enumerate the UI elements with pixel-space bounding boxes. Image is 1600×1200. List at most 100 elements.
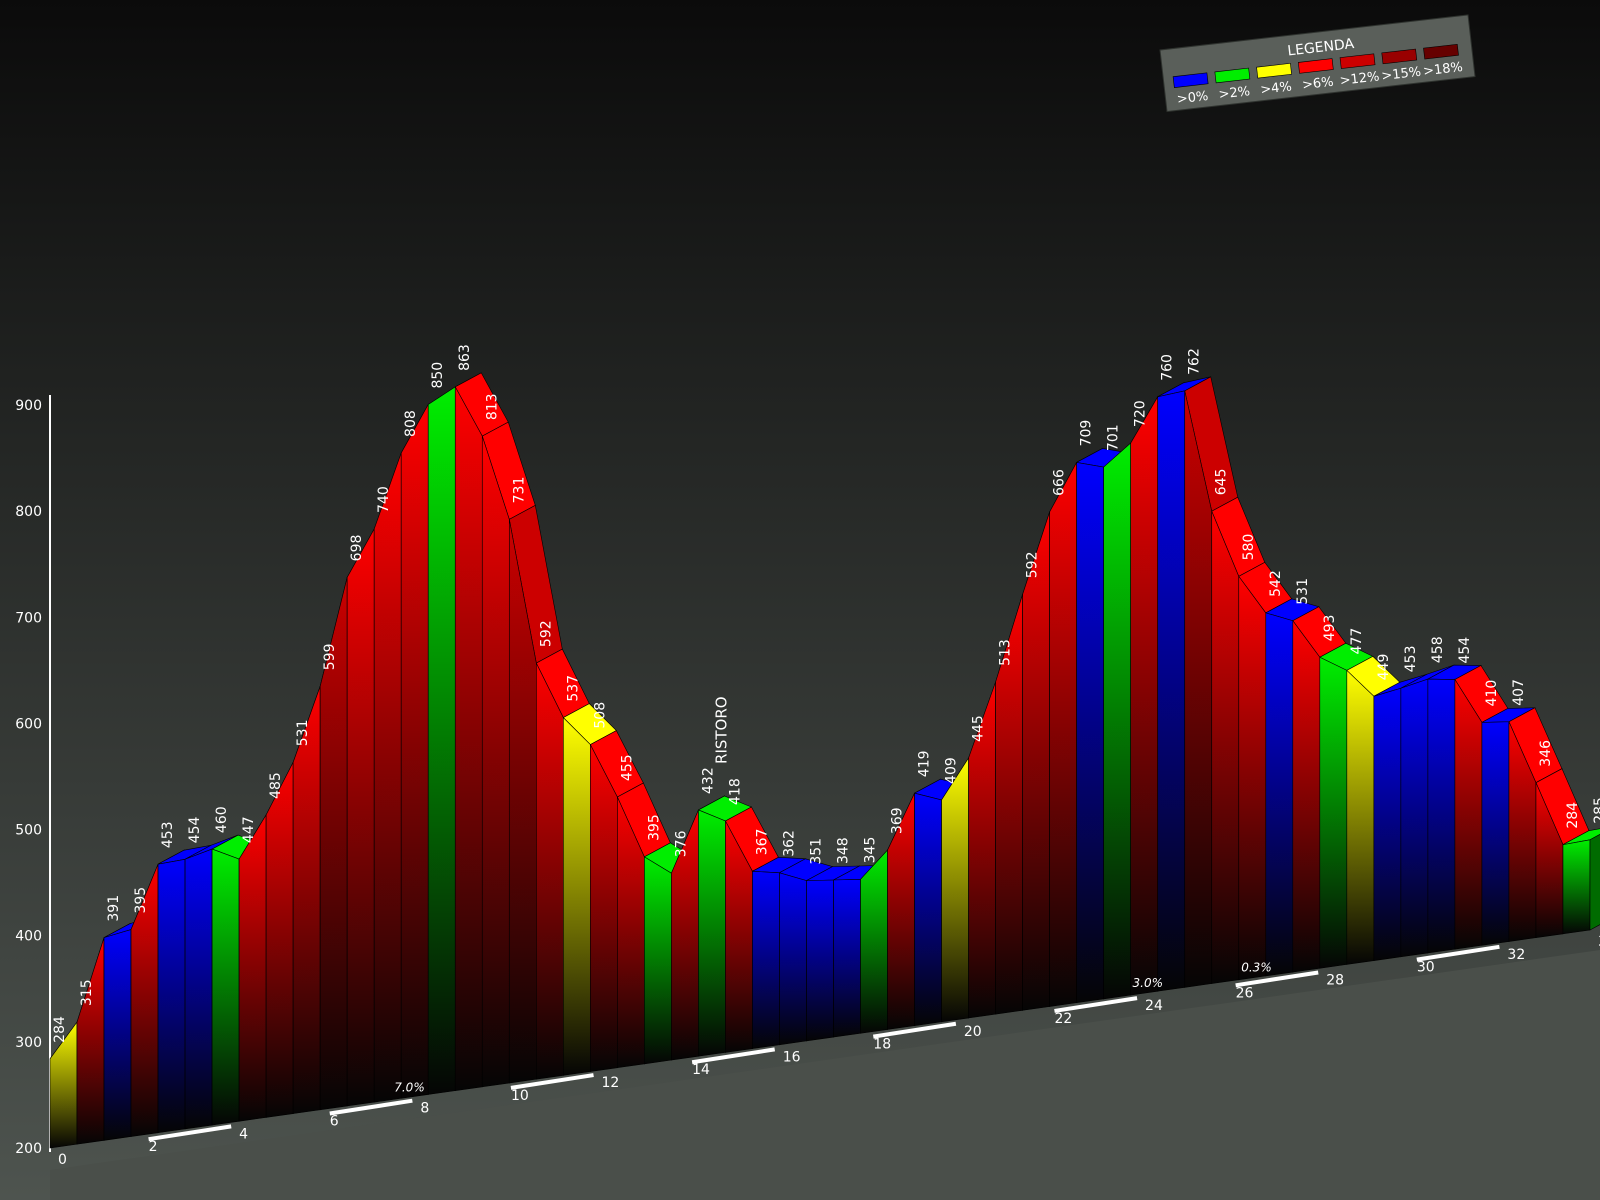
elevation-label: 740	[376, 486, 392, 513]
elevation-label: 537	[565, 675, 581, 702]
grade-note: 3.0%	[1133, 976, 1164, 990]
x-tick-label: 32	[1507, 947, 1525, 963]
y-tick-label: 700	[15, 610, 42, 626]
segment-front-face	[1238, 575, 1267, 981]
x-tick-label: 20	[964, 1024, 982, 1040]
elevation-label: 351	[808, 838, 824, 865]
elevation-label: 599	[322, 644, 338, 671]
elevation-label: 762	[1187, 348, 1203, 375]
elevation-label: 645	[1214, 468, 1230, 495]
segment-front-face	[1022, 511, 1050, 1011]
y-tick-label: 600	[15, 716, 42, 732]
elevation-label: 346	[1538, 740, 1554, 767]
elevation-label: 720	[1133, 400, 1149, 427]
segment-front-face	[292, 686, 321, 1114]
segment-front-face	[211, 848, 240, 1126]
segment-front-face	[1319, 656, 1348, 969]
segment-front-face	[238, 813, 267, 1122]
segment-front-face	[860, 849, 888, 1034]
elevation-label: 477	[1349, 628, 1365, 655]
elevation-label: 284	[1565, 802, 1581, 829]
segment-front-face	[427, 386, 456, 1095]
elevation-label: 285	[1592, 797, 1600, 824]
elevation-label: 395	[133, 887, 149, 914]
segment-front-face	[1292, 619, 1321, 973]
elevation-label: 760	[1160, 354, 1176, 381]
segment-front-face	[1265, 612, 1294, 977]
x-tick-label: 8	[420, 1101, 429, 1117]
segment-front-face	[1400, 678, 1429, 958]
x-tick-label: 2	[149, 1139, 158, 1155]
segment-front-face	[157, 858, 186, 1134]
elevation-label: 454	[1457, 637, 1473, 664]
elevation-label: 698	[349, 535, 365, 562]
x-tick-label: 30	[1417, 960, 1435, 976]
elevation-label: 542	[1268, 570, 1284, 597]
elevation-label: 580	[1241, 534, 1257, 561]
elevation-label: 592	[538, 620, 554, 647]
x-tick-label: 16	[783, 1049, 801, 1065]
segment-front-face	[1076, 462, 1104, 1004]
x-tick-label: 14	[692, 1062, 710, 1078]
elevation-label: 376	[673, 830, 689, 857]
elevation-label: 407	[1511, 679, 1527, 706]
x-tick-label: 24	[1145, 998, 1163, 1014]
y-tick-label: 800	[15, 504, 42, 520]
elevation-label: 445	[971, 715, 987, 742]
segment-front-face	[1562, 839, 1591, 935]
segment-front-face	[1427, 678, 1456, 954]
segment-front-face	[400, 403, 429, 1099]
segment-front-face	[536, 662, 564, 1080]
segment-front-face	[1211, 511, 1240, 984]
elevation-label: 453	[160, 821, 176, 848]
elevation-label: 391	[106, 895, 122, 922]
elevation-label: 455	[619, 754, 635, 781]
y-tick-label: 500	[15, 823, 42, 839]
segment-side-face	[1589, 834, 1600, 931]
elevation-profile-chart: 200300400500600700800900 284315391 395453…	[0, 0, 1600, 1200]
segment-front-face	[184, 848, 213, 1130]
segment-front-face	[1049, 462, 1077, 1007]
elevation-label: 419	[917, 750, 933, 777]
y-tick-label: 200	[15, 1141, 42, 1157]
elevation-label: 808	[403, 410, 419, 437]
elevation-label: 453	[1403, 645, 1419, 672]
elevation-label: 508	[592, 702, 608, 729]
elevation-label: 418	[727, 778, 743, 805]
x-tick-label: 26	[1236, 985, 1254, 1001]
elevation-label: 284	[52, 1016, 68, 1043]
elevation-label: 315	[79, 979, 95, 1006]
elevation-label: 367	[754, 829, 770, 856]
segment-front-face	[265, 762, 294, 1118]
segment-front-face	[1481, 721, 1510, 946]
y-tick-label: 400	[15, 929, 42, 945]
segment-front-face	[644, 856, 672, 1065]
y-tick-label: 900	[15, 398, 42, 414]
ristoro-annotation: RISTORO	[712, 696, 730, 764]
x-tick-label: 22	[1054, 1011, 1072, 1027]
elevation-label: 513	[998, 639, 1014, 666]
elevation-label: 410	[1484, 680, 1500, 707]
elevation-label: 395	[646, 814, 662, 841]
segment-front-face	[806, 879, 834, 1042]
elevation-label: 850	[430, 362, 446, 389]
elevation-label: 369	[890, 807, 906, 834]
elevation-label: 362	[781, 830, 797, 857]
segment-front-face	[1157, 390, 1186, 992]
x-tick-label: 28	[1326, 972, 1344, 988]
elevation-label: 485	[268, 772, 284, 799]
x-tick-label: 12	[602, 1075, 620, 1091]
elevation-label: 449	[1376, 654, 1392, 681]
elevation-label: 731	[511, 477, 527, 504]
x-tick-label: 0	[58, 1152, 67, 1168]
segment-front-face	[346, 527, 375, 1107]
segment-front-face	[752, 870, 780, 1049]
elevation-label: 863	[457, 344, 473, 371]
elevation-label: 460	[214, 806, 230, 833]
elevation-label: 592	[1025, 552, 1041, 579]
segment-front-face	[914, 792, 942, 1026]
elevation-label: 454	[187, 816, 203, 843]
segment-front-face	[1130, 395, 1159, 996]
segment-front-face	[454, 386, 483, 1091]
segment-front-face	[1373, 687, 1402, 961]
